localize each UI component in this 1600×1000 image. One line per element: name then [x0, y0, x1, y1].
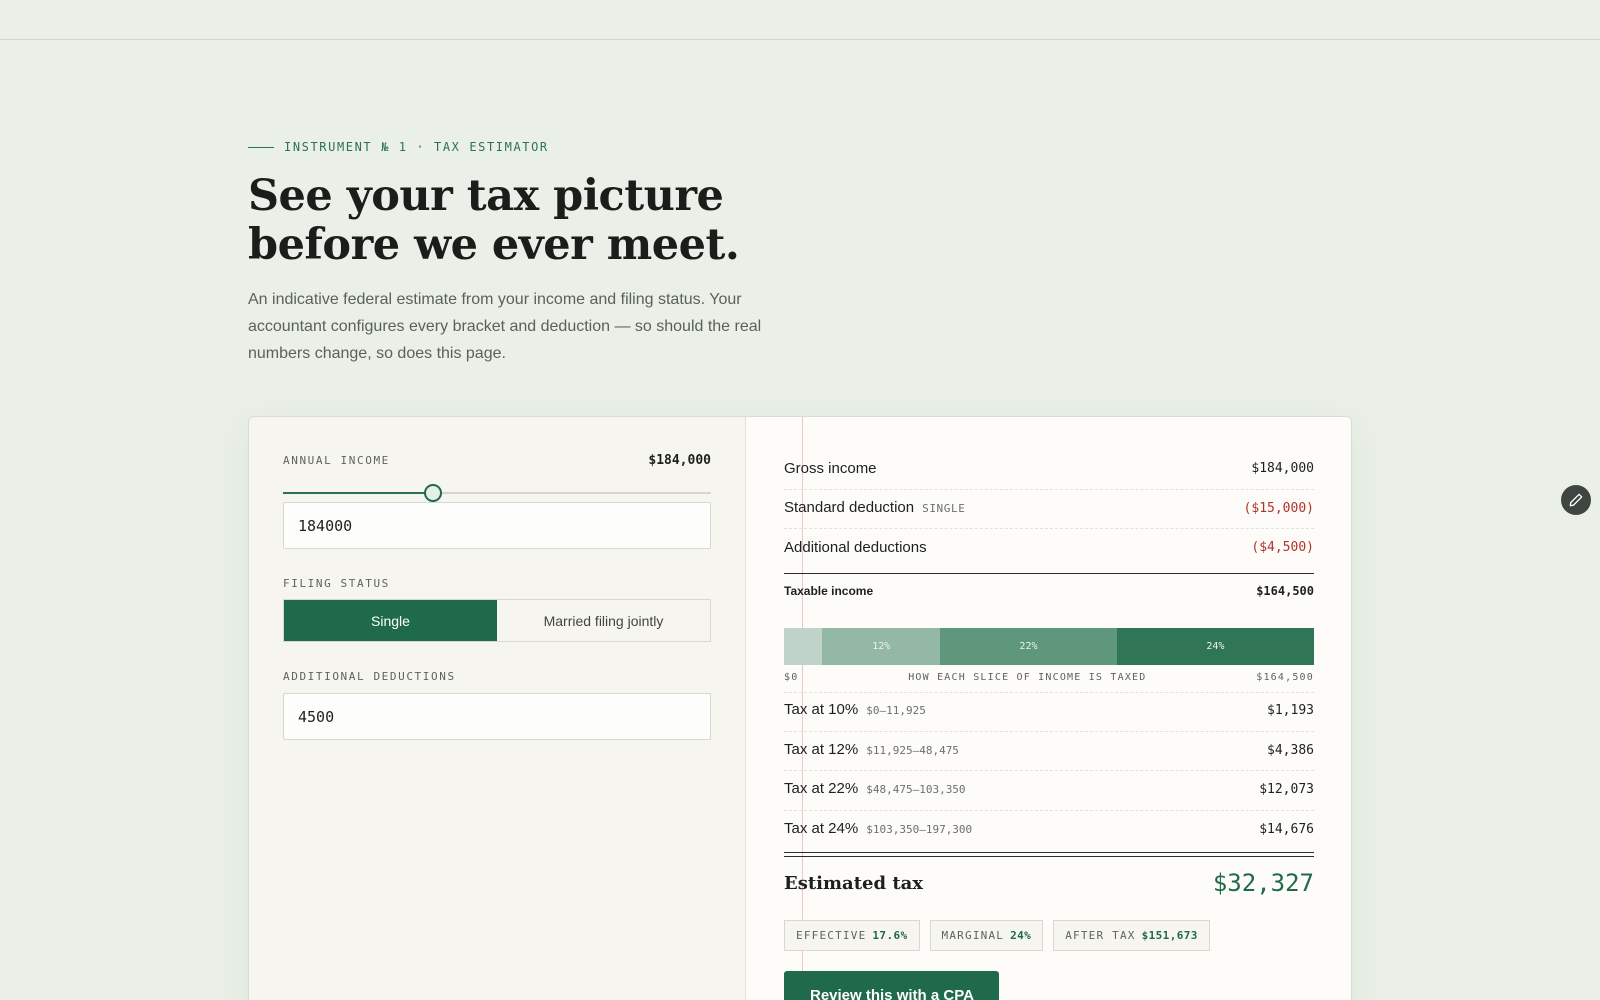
- income-display: $184,000: [648, 453, 711, 468]
- bracket-label-group: Tax at 22% $48,475–103,350: [784, 780, 966, 798]
- taxable-income-amount: $164,500: [1256, 584, 1314, 598]
- income-label: ANNUAL INCOME: [283, 454, 390, 467]
- gross-income-label: Gross income: [784, 460, 877, 477]
- total-double-rule: [784, 852, 1314, 857]
- additional-deductions-row-label: Additional deductions: [784, 539, 927, 556]
- bracket-row: Tax at 24% $103,350–197,300 $14,676: [784, 820, 1314, 838]
- filing-status-toggle: Single Married filing jointly: [283, 599, 711, 642]
- chip-value: 24%: [1010, 929, 1032, 942]
- chip-value: $151,673: [1141, 929, 1198, 942]
- standard-deduction-label: Standard deduction: [784, 499, 915, 516]
- summary-column: Gross income $184,000 Standard deduction…: [784, 417, 1314, 1000]
- taxable-income-row: Taxable income $164,500: [784, 584, 1314, 598]
- eyebrow: INSTRUMENT № 1 · TAX ESTIMATOR: [248, 140, 549, 154]
- row-divider: [784, 731, 1314, 732]
- bracket-amount: $4,386: [1267, 742, 1314, 758]
- review-with-cpa-button[interactable]: Review this with a CPA: [784, 971, 999, 1000]
- chip-value: 17.6%: [872, 929, 908, 942]
- standard-deduction-amount: ($15,000): [1243, 500, 1314, 516]
- taxable-income-label: Taxable income: [784, 584, 874, 598]
- filing-option-married-jointly[interactable]: Married filing jointly: [497, 600, 710, 641]
- scale-caption: HOW EACH SLICE OF INCOME IS TAXED: [908, 672, 1147, 683]
- scale-max: $164,500: [1256, 672, 1314, 683]
- bracket-label-group: Tax at 10% $0–11,925: [784, 701, 926, 719]
- bracket-label-group: Tax at 24% $103,350–197,300: [784, 820, 972, 838]
- standard-deduction-row: Standard deduction SINGLE ($15,000): [784, 499, 1314, 517]
- bracket-range: $11,925–48,475: [866, 744, 959, 757]
- estimated-tax-row: Estimated tax $32,327: [784, 869, 1314, 897]
- estimated-tax-amount: $32,327: [1212, 869, 1314, 897]
- income-slider[interactable]: [283, 483, 711, 503]
- gross-income-row: Gross income $184,000: [784, 460, 1314, 477]
- estimated-tax-label: Estimated tax: [784, 872, 924, 894]
- chip-label: MARGINAL: [941, 929, 1005, 942]
- gross-income-amount: $184,000: [1251, 461, 1314, 476]
- row-divider: [784, 528, 1314, 529]
- bracket-bar-segment: [784, 628, 823, 665]
- rate-chips: EFFECTIVE 17.6% MARGINAL 24% AFTER TAX $…: [784, 920, 1210, 951]
- eyebrow-text: INSTRUMENT № 1 · TAX ESTIMATOR: [284, 140, 549, 154]
- marginal-rate-chip: MARGINAL 24%: [929, 920, 1044, 951]
- bracket-row: Tax at 10% $0–11,925 $1,193: [784, 701, 1314, 719]
- bracket-label: Tax at 12%: [784, 741, 859, 758]
- eyebrow-rule: [248, 146, 274, 148]
- standard-deduction-label-group: Standard deduction SINGLE: [784, 499, 965, 517]
- standard-deduction-tag: SINGLE: [922, 502, 966, 515]
- estimator-panel: ANNUAL INCOME $184,000 184000 FILING STA…: [248, 416, 1352, 1000]
- page-title: See your tax picture before we ever meet…: [248, 171, 740, 270]
- row-divider: [784, 770, 1314, 771]
- bracket-bar-segment: 22%: [940, 628, 1117, 665]
- effective-rate-chip: EFFECTIVE 17.6%: [784, 920, 920, 951]
- bracket-label: Tax at 24%: [784, 820, 859, 837]
- bracket-row: Tax at 22% $48,475–103,350 $12,073: [784, 780, 1314, 798]
- input-column: ANNUAL INCOME $184,000 184000 FILING STA…: [249, 417, 746, 1000]
- edit-button[interactable]: [1561, 485, 1591, 515]
- bracket-bar: 12% 22% 24%: [784, 628, 1314, 665]
- chip-label: EFFECTIVE: [796, 929, 867, 942]
- bracket-scale: $0 HOW EACH SLICE OF INCOME IS TAXED $16…: [784, 672, 1314, 683]
- bracket-range: $0–11,925: [866, 704, 926, 717]
- pencil-icon: [1569, 493, 1583, 507]
- after-tax-chip: AFTER TAX $151,673: [1053, 920, 1210, 951]
- bracket-label-group: Tax at 12% $11,925–48,475: [784, 741, 959, 759]
- page-lede: An indicative federal estimate from your…: [248, 291, 762, 362]
- slider-fill: [283, 492, 433, 494]
- filing-status-label: FILING STATUS: [283, 577, 390, 590]
- row-divider: [784, 692, 1314, 693]
- scale-min: $0: [784, 672, 799, 683]
- bracket-label: Tax at 22%: [784, 780, 859, 797]
- bracket-range: $103,350–197,300: [866, 823, 973, 836]
- bracket-label: Tax at 10%: [784, 701, 859, 718]
- row-divider: [784, 489, 1314, 490]
- additional-deductions-amount: ($4,500): [1251, 540, 1314, 555]
- slider-thumb[interactable]: [423, 484, 442, 502]
- top-bar: [0, 0, 1600, 40]
- income-input[interactable]: 184000: [283, 502, 711, 549]
- chip-label: AFTER TAX: [1065, 929, 1136, 942]
- subtotal-rule: [784, 573, 1314, 574]
- bracket-range: $48,475–103,350: [866, 783, 966, 796]
- filing-option-single[interactable]: Single: [284, 600, 497, 641]
- additional-deductions-label: ADDITIONAL DEDUCTIONS: [283, 670, 456, 683]
- bracket-bar-segment: 12%: [822, 628, 941, 665]
- bracket-amount: $14,676: [1259, 821, 1314, 837]
- bracket-amount: $1,193: [1267, 702, 1314, 718]
- bracket-amount: $12,073: [1259, 781, 1314, 797]
- income-header: ANNUAL INCOME $184,000: [283, 453, 711, 468]
- additional-deductions-input[interactable]: 4500: [283, 693, 711, 740]
- bracket-row: Tax at 12% $11,925–48,475 $4,386: [784, 741, 1314, 759]
- additional-deductions-row: Additional deductions ($4,500): [784, 539, 1314, 556]
- row-divider: [784, 810, 1314, 811]
- bracket-bar-segment: 24%: [1116, 628, 1314, 665]
